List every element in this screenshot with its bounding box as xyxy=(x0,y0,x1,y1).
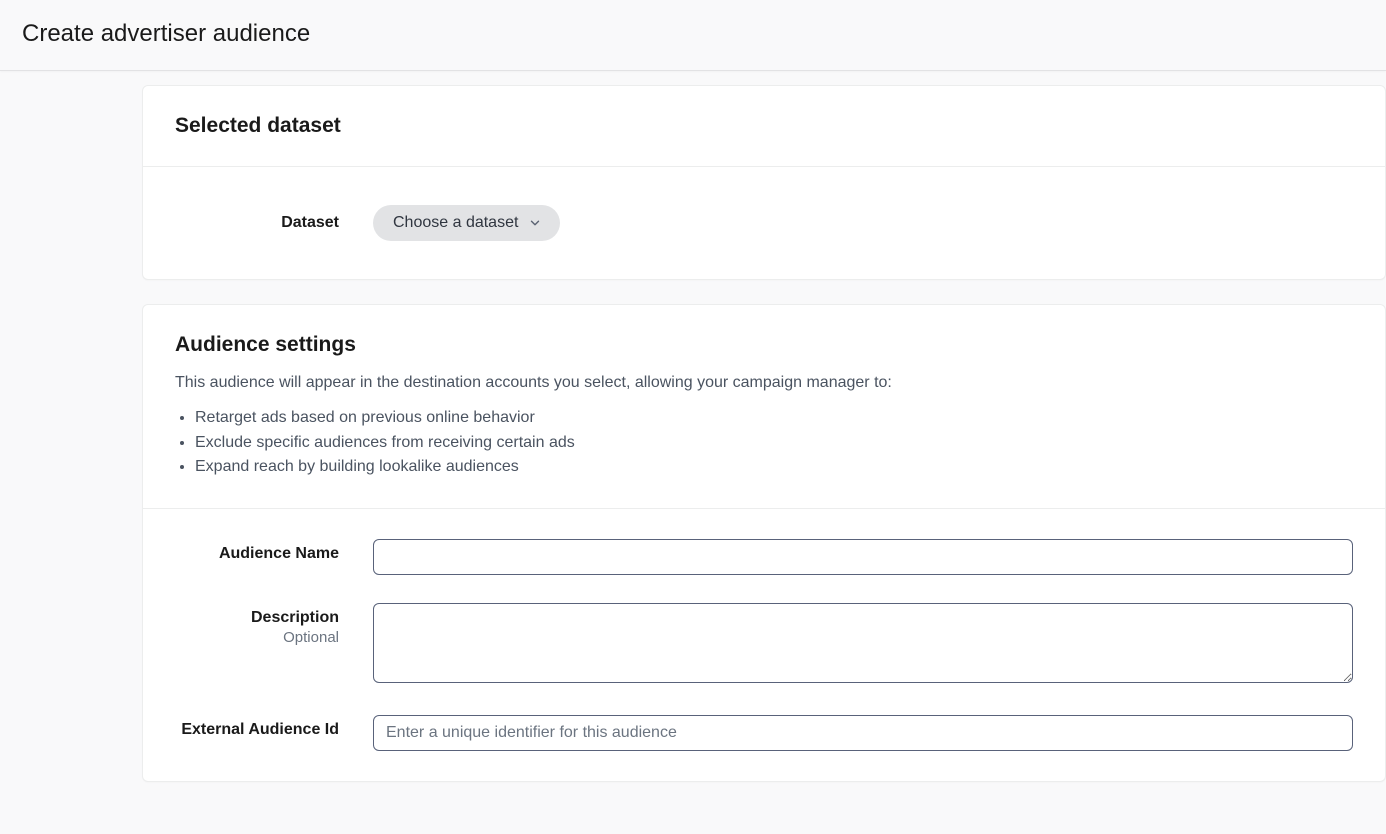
external-id-input[interactable] xyxy=(373,715,1353,751)
external-id-label-col: External Audience Id xyxy=(175,715,373,739)
audience-settings-head: Audience settings This audience will app… xyxy=(143,305,1385,509)
description-optional-label: Optional xyxy=(175,629,339,646)
description-label: Description xyxy=(175,609,339,627)
audience-settings-bullets: Retarget ads based on previous online be… xyxy=(195,406,1355,480)
external-id-label: External Audience Id xyxy=(175,721,339,739)
list-item: Exclude specific audiences from receivin… xyxy=(195,431,1355,456)
audience-settings-card: Audience settings This audience will app… xyxy=(142,304,1386,782)
dataset-select-text: Choose a dataset xyxy=(393,214,518,232)
selected-dataset-body: Dataset Choose a dataset xyxy=(143,167,1385,279)
dataset-row: Dataset Choose a dataset xyxy=(175,197,1353,249)
description-label-col: Description Optional xyxy=(175,603,373,646)
page-header: Create advertiser audience xyxy=(0,0,1386,71)
selected-dataset-title: Selected dataset xyxy=(175,114,1355,138)
audience-settings-intro: This audience will appear in the destina… xyxy=(175,371,1355,396)
list-item: Expand reach by building lookalike audie… xyxy=(195,455,1355,480)
chevron-down-icon xyxy=(528,216,542,230)
description-row: Description Optional xyxy=(175,603,1353,687)
audience-settings-body: Audience Name Description Optional Exter… xyxy=(143,509,1385,781)
list-item: Retarget ads based on previous online be… xyxy=(195,406,1355,431)
dataset-label-col: Dataset xyxy=(175,214,373,232)
dataset-label: Dataset xyxy=(175,214,339,232)
external-id-row: External Audience Id xyxy=(175,715,1353,751)
audience-name-control-col xyxy=(373,539,1353,575)
description-control-col xyxy=(373,603,1353,687)
audience-name-label: Audience Name xyxy=(175,545,339,563)
selected-dataset-card: Selected dataset Dataset Choose a datase… xyxy=(142,85,1386,280)
external-id-control-col xyxy=(373,715,1353,751)
audience-settings-title: Audience settings xyxy=(175,333,1355,357)
audience-name-input[interactable] xyxy=(373,539,1353,575)
page-content: Selected dataset Dataset Choose a datase… xyxy=(0,71,1386,834)
dataset-control-col: Choose a dataset xyxy=(373,205,1353,241)
audience-name-label-col: Audience Name xyxy=(175,539,373,563)
page-title: Create advertiser audience xyxy=(22,20,1364,48)
dataset-select[interactable]: Choose a dataset xyxy=(373,205,560,241)
audience-name-row: Audience Name xyxy=(175,539,1353,575)
selected-dataset-head: Selected dataset xyxy=(143,86,1385,167)
description-input[interactable] xyxy=(373,603,1353,683)
